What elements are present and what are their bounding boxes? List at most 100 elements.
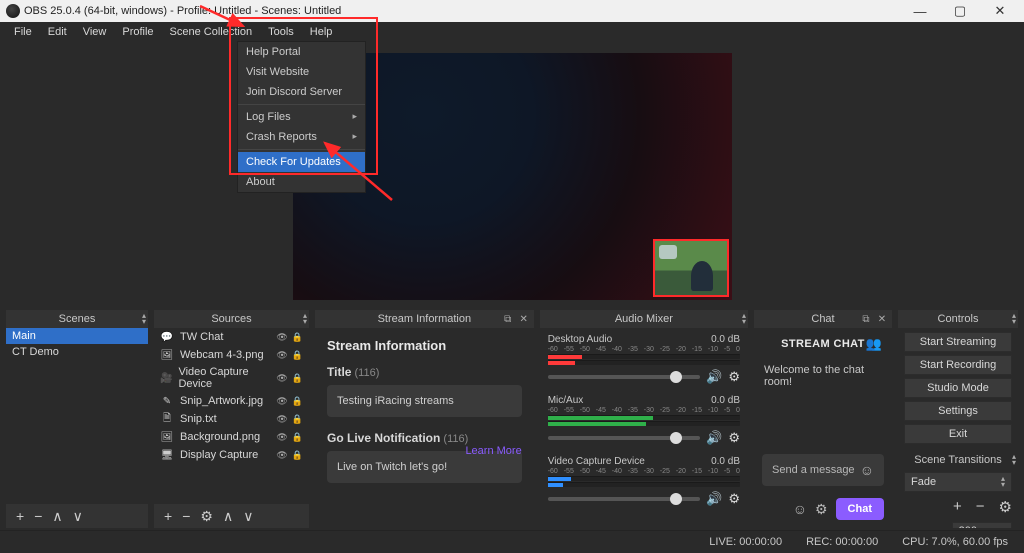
studio-mode-button[interactable]: Studio Mode: [904, 378, 1012, 398]
scene-item[interactable]: Main: [6, 328, 148, 344]
visibility-icon[interactable]: [276, 373, 287, 384]
speaker-icon[interactable]: 🔊: [706, 369, 722, 385]
add-source-button[interactable]: +: [160, 508, 176, 524]
duration-input[interactable]: 300 ms▴▾: [952, 522, 1012, 528]
menu-profile[interactable]: Profile: [114, 24, 161, 40]
golive-char-count: (116): [443, 433, 468, 445]
sources-panel: Sources▴▾ 💬TW Chat🖼Webcam 4-3.png🎥Video …: [154, 310, 309, 528]
check-for-updates[interactable]: Check For Updates: [238, 152, 365, 172]
lock-icon[interactable]: [292, 432, 303, 443]
remove-source-button[interactable]: −: [178, 508, 194, 524]
sources-title: Sources: [160, 313, 303, 325]
move-scene-down-button[interactable]: ∨: [69, 508, 87, 525]
visibility-icon[interactable]: [276, 432, 287, 443]
settings-button[interactable]: Settings: [904, 401, 1012, 421]
source-item[interactable]: 🗎Snip.txt: [154, 410, 309, 428]
move-scene-up-button[interactable]: ∧: [48, 508, 66, 525]
source-item[interactable]: 🖼Background.png: [154, 428, 309, 446]
panel-detach-icon[interactable]: ⧉: [860, 314, 872, 325]
panel-close-icon[interactable]: ✕: [876, 314, 888, 325]
exit-button[interactable]: Exit: [904, 424, 1012, 444]
volume-slider[interactable]: [548, 497, 700, 501]
transition-select[interactable]: Fade▴▾: [904, 472, 1012, 492]
join-discord[interactable]: Join Discord Server: [238, 82, 365, 102]
close-button[interactable]: ✕: [982, 3, 1018, 19]
chat-settings-icon[interactable]: ⚙: [815, 501, 828, 518]
source-item[interactable]: 💬TW Chat: [154, 328, 309, 346]
menu-tools[interactable]: Tools: [260, 24, 302, 40]
remove-transition-button[interactable]: −: [976, 498, 985, 516]
remove-scene-button[interactable]: −: [30, 508, 46, 524]
learn-more-link[interactable]: Learn More: [465, 445, 521, 457]
menu-help[interactable]: Help: [302, 24, 341, 40]
move-source-up-button[interactable]: ∧: [219, 508, 237, 525]
add-scene-button[interactable]: +: [12, 508, 28, 524]
menu-file[interactable]: File: [6, 24, 40, 40]
source-type-icon: 🗎: [160, 412, 174, 426]
chat-send-button[interactable]: Chat: [836, 498, 884, 520]
visibility-icon[interactable]: [276, 414, 287, 425]
minimize-button[interactable]: —: [902, 4, 938, 19]
visibility-icon[interactable]: [276, 396, 287, 407]
volume-slider[interactable]: [548, 436, 700, 440]
visibility-icon[interactable]: [276, 450, 287, 461]
speaker-icon[interactable]: 🔊: [706, 430, 722, 446]
chat-welcome-text: Welcome to the chat room!: [754, 356, 892, 396]
mixer-title: Audio Mixer: [546, 313, 742, 325]
source-label: Snip_Artwork.jpg: [180, 395, 263, 407]
source-type-icon: 🎥: [160, 371, 172, 385]
move-source-down-button[interactable]: ∨: [239, 508, 257, 525]
source-properties-button[interactable]: ⚙: [196, 508, 217, 525]
lock-icon[interactable]: [292, 396, 303, 407]
maximize-button[interactable]: ▢: [942, 3, 978, 19]
lock-icon[interactable]: [292, 373, 303, 384]
gear-icon[interactable]: ⚙: [728, 491, 740, 507]
visibility-icon[interactable]: [276, 332, 287, 343]
audio-meter: [548, 360, 740, 365]
start-streaming-button[interactable]: Start Streaming: [904, 332, 1012, 352]
menu-scene-collection[interactable]: Scene Collection: [162, 24, 261, 40]
speaker-icon[interactable]: 🔊: [706, 491, 722, 507]
lock-icon[interactable]: [292, 332, 303, 343]
lock-icon[interactable]: [292, 450, 303, 461]
emoji-button[interactable]: ☺: [793, 501, 807, 517]
panel-detach-icon[interactable]: ⧉: [502, 314, 514, 325]
visibility-icon[interactable]: [276, 350, 287, 361]
visit-website[interactable]: Visit Website: [238, 62, 365, 82]
source-item[interactable]: 🎥Video Capture Device: [154, 364, 309, 392]
status-cpu: CPU: 7.0%, 60.00 fps: [902, 536, 1008, 548]
source-type-icon: 🖥: [160, 448, 174, 462]
scenes-toolbar: + − ∧ ∨: [6, 504, 148, 528]
stream-info-header: Stream Information: [327, 338, 522, 353]
webcam-source-overlay[interactable]: [653, 239, 729, 297]
start-recording-button[interactable]: Start Recording: [904, 355, 1012, 375]
scene-item[interactable]: CT Demo: [6, 344, 148, 360]
source-item[interactable]: 🖥Display Capture: [154, 446, 309, 464]
menu-edit[interactable]: Edit: [40, 24, 75, 40]
lock-icon[interactable]: [292, 414, 303, 425]
participants-icon[interactable]: 👥: [866, 336, 882, 352]
gear-icon[interactable]: ⚙: [728, 430, 740, 446]
lock-icon[interactable]: [292, 350, 303, 361]
stream-info-panel: Stream Information ⧉✕ Stream Information…: [315, 310, 534, 528]
crash-reports[interactable]: Crash Reports: [238, 127, 365, 147]
help-portal[interactable]: Help Portal: [238, 42, 365, 62]
emoji-icon[interactable]: ☺: [860, 462, 874, 478]
panel-close-icon[interactable]: ✕: [518, 314, 530, 325]
chat-input[interactable]: Send a message☺: [762, 454, 884, 486]
source-type-icon: ✎: [160, 394, 174, 408]
log-files[interactable]: Log Files: [238, 107, 365, 127]
menu-view[interactable]: View: [75, 24, 115, 40]
about[interactable]: About: [238, 172, 365, 192]
mixer-track-name: Video Capture Device: [548, 456, 645, 467]
title-input[interactable]: Testing iRacing streams: [327, 385, 522, 417]
golive-label: Go Live Notification: [327, 431, 440, 445]
mixer-track-name: Desktop Audio: [548, 334, 613, 345]
volume-slider[interactable]: [548, 375, 700, 379]
add-transition-button[interactable]: +: [953, 498, 962, 516]
source-item[interactable]: ✎ Snip_Artwork.jpg: [154, 392, 309, 410]
transition-settings-button[interactable]: ⚙: [999, 498, 1012, 516]
gear-icon[interactable]: ⚙: [728, 369, 740, 385]
source-item[interactable]: 🖼Webcam 4-3.png: [154, 346, 309, 364]
audio-meter: [548, 415, 740, 420]
